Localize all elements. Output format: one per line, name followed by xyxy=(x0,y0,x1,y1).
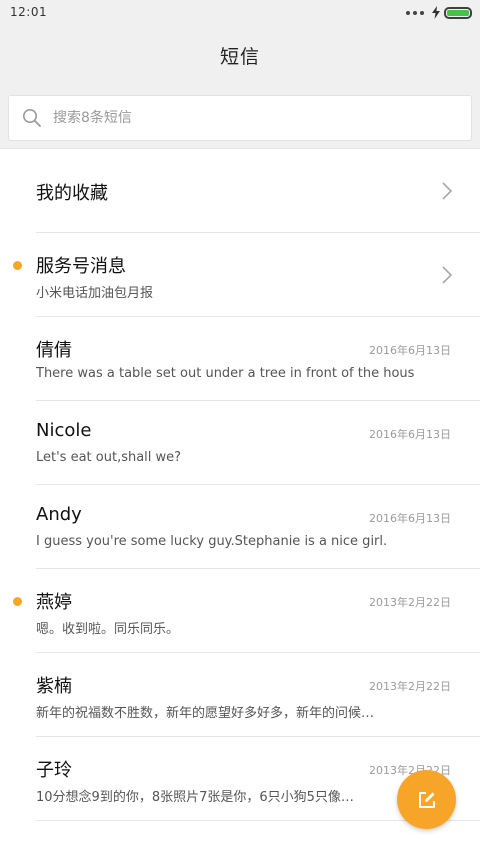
list-item[interactable]: 紫楠 2013年2月22日 新年的祝福数不胜数，新年的愿望好多好多，新年的问候… xyxy=(0,653,480,737)
search-icon xyxy=(22,108,42,128)
conversation-date: 2016年6月13日 xyxy=(369,428,451,441)
charging-icon xyxy=(432,6,440,19)
header: 短信 xyxy=(0,28,480,85)
conversation-preview: 10分想念9到的你，8张照片7张是你，6只小狗5只像… xyxy=(36,790,354,805)
conversation-name: 倩倩 xyxy=(36,340,72,361)
conversation-name: 子玲 xyxy=(36,760,72,781)
conversation-date: 2016年6月13日 xyxy=(369,512,451,525)
conversation-name: 服务号消息 xyxy=(36,256,126,277)
unread-dot xyxy=(13,597,22,606)
battery-level xyxy=(447,9,469,16)
search-area xyxy=(0,85,480,149)
list-item[interactable]: Andy 2016年6月13日 I guess you're some luck… xyxy=(0,485,480,569)
status-bar: 12:01 xyxy=(0,0,480,28)
conversation-name: Andy xyxy=(36,504,82,525)
conversation-name: 我的收藏 xyxy=(36,183,108,204)
conversation-name: Nicole xyxy=(36,420,92,441)
conversation-date: 2013年2月22日 xyxy=(369,680,451,693)
signal-icon xyxy=(406,10,424,15)
conversation-preview: 小米电话加油包月报 xyxy=(36,286,154,301)
chevron-right-icon xyxy=(442,182,453,200)
battery-icon xyxy=(444,6,472,19)
status-time: 12:01 xyxy=(10,5,48,19)
list-item-service-messages[interactable]: 服务号消息 小米电话加油包月报 xyxy=(0,233,480,317)
list-item[interactable]: Nicole 2016年6月13日 Let's eat out,shall we… xyxy=(0,401,480,485)
conversation-name: 燕婷 xyxy=(36,592,72,613)
conversation-preview: Let's eat out,shall we? xyxy=(36,450,182,465)
conversation-preview: 新年的祝福数不胜数，新年的愿望好多好多，新年的问候… xyxy=(36,706,375,721)
search-input[interactable] xyxy=(53,96,453,140)
compose-icon xyxy=(418,791,435,808)
page-title: 短信 xyxy=(219,46,260,68)
list-item[interactable]: 燕婷 2013年2月22日 嗯。收到啦。同乐同乐。 xyxy=(0,569,480,653)
conversation-date: 2016年6月13日 xyxy=(369,344,451,357)
status-icons xyxy=(406,6,472,19)
conversation-preview: 嗯。收到啦。同乐同乐。 xyxy=(36,622,180,637)
conversation-name: 紫楠 xyxy=(36,676,72,697)
conversation-preview: I guess you're some lucky guy.Stephanie … xyxy=(36,534,388,549)
unread-dot xyxy=(13,261,22,270)
conversation-list: 我的收藏 服务号消息 小米电话加油包月报 倩倩 2016年6月13日 There… xyxy=(0,149,480,821)
list-item-favorites[interactable]: 我的收藏 xyxy=(0,149,480,233)
conversation-preview: There was a table set out under a tree i… xyxy=(36,366,415,381)
chevron-right-icon xyxy=(442,266,453,284)
list-item[interactable]: 倩倩 2016年6月13日 There was a table set out … xyxy=(0,317,480,401)
search-box[interactable] xyxy=(8,95,472,141)
conversation-date: 2013年2月22日 xyxy=(369,596,451,609)
compose-button[interactable] xyxy=(397,770,456,829)
